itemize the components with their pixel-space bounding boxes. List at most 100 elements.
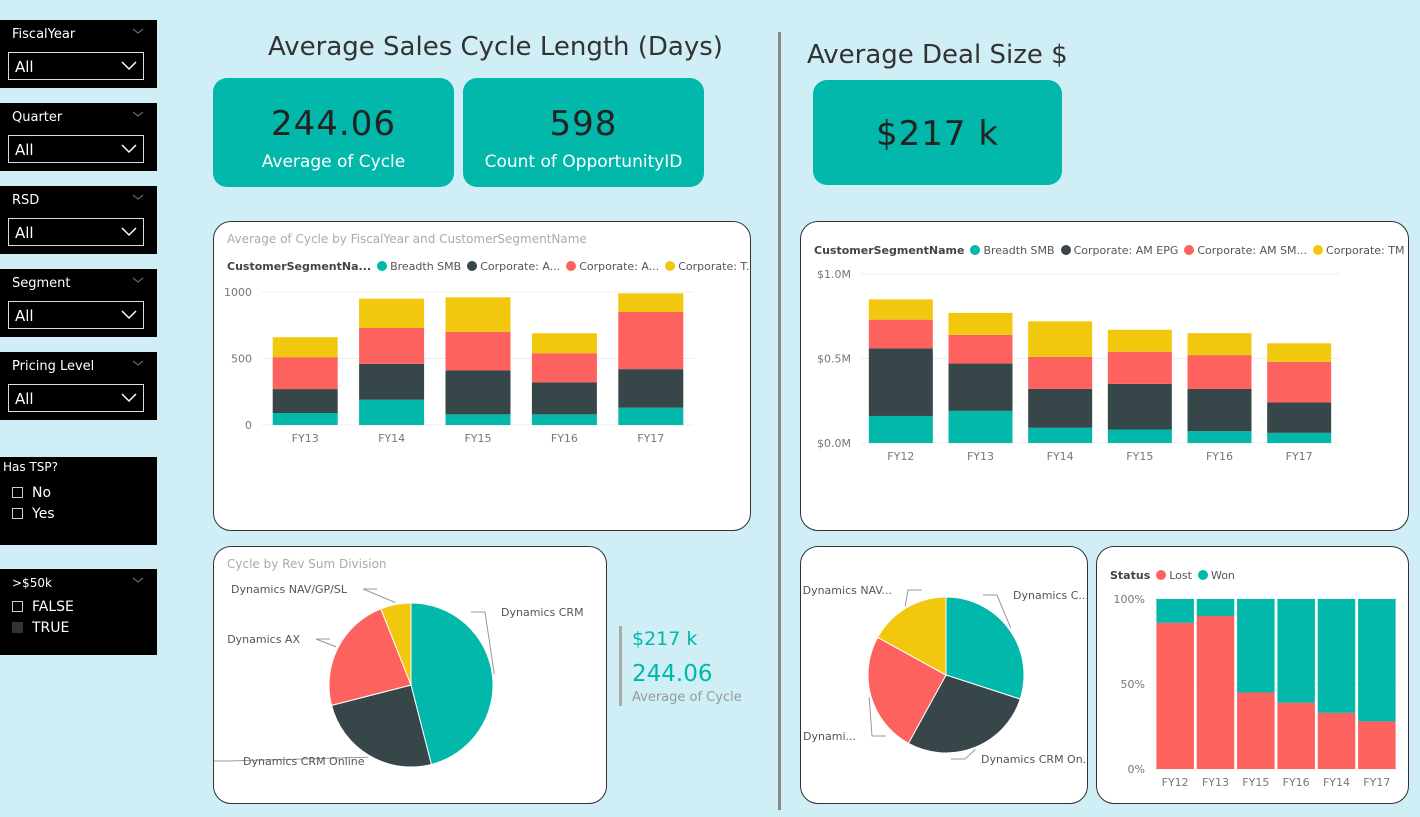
bar-segment <box>868 319 933 349</box>
checkbox-no[interactable]: No <box>12 485 51 501</box>
deal-section-header: Average Deal Size $ <box>807 40 1068 70</box>
count-opportunity-card[interactable]: 598 Count of OpportunityID <box>463 78 704 187</box>
kpi-accent-bar <box>619 626 622 706</box>
x-tick-label: FY17 <box>637 432 664 445</box>
bar-segment <box>1187 333 1252 356</box>
chevron-down-icon[interactable] <box>131 192 145 202</box>
chevron-down-icon[interactable] <box>131 26 145 36</box>
x-tick-label: FY15 <box>1242 776 1269 789</box>
leader-line <box>315 638 337 648</box>
bar-segment <box>1237 692 1275 769</box>
x-tick-label: FY16 <box>551 432 578 445</box>
bar-segment <box>1107 329 1172 352</box>
checkbox-box[interactable] <box>12 508 23 519</box>
slicer-rsd: RSD All <box>0 186 157 254</box>
x-tick-label: FY17 <box>1286 450 1313 463</box>
checkbox-box[interactable] <box>12 601 23 612</box>
slicer-title: FiscalYear <box>12 27 76 42</box>
x-tick-label: FY13 <box>1202 776 1229 789</box>
card-label: Count of OpportunityID <box>484 152 683 172</box>
section-divider <box>778 32 781 810</box>
bar-segment <box>1317 712 1356 769</box>
bar-segment <box>1156 622 1194 769</box>
bar-segment <box>1196 599 1235 616</box>
bar-segment <box>948 334 1013 364</box>
checkbox-label: No <box>32 485 52 501</box>
bar-segment <box>1187 431 1252 443</box>
bar-segment <box>618 293 684 312</box>
checkbox-label: TRUE <box>32 620 70 636</box>
bar-segment <box>445 370 511 415</box>
rsd-dropdown[interactable]: All <box>8 218 144 246</box>
cycle-by-year-panel[interactable]: Average of Cycle by FiscalYear and Custo… <box>213 221 751 531</box>
chevron-down-icon <box>121 144 137 154</box>
deal-by-year-panel[interactable]: CustomerSegmentName Breadth SMB Corporate:… <box>800 221 1409 531</box>
bar-segment <box>359 327 425 364</box>
bar-segment <box>618 407 684 425</box>
bar-segment <box>868 299 933 320</box>
bar-segment <box>1237 599 1275 693</box>
dropdown-value: All <box>15 224 34 242</box>
bar-segment <box>868 415 933 443</box>
chevron-down-icon <box>121 227 137 237</box>
segment-dropdown[interactable]: All <box>8 301 144 329</box>
status-panel[interactable]: Status Lost Won 100% 50% 0% FY12 FY13 FY15 FY16 F… <box>1096 546 1409 804</box>
checkbox-box[interactable] <box>12 487 23 498</box>
cycle-pie-chart: Dynamics CRM Dynamics CRM Online Dynamics … <box>214 583 584 768</box>
checkbox-false[interactable]: FALSE <box>12 599 74 615</box>
chevron-down-icon[interactable] <box>131 275 145 285</box>
kpi-deal-value: $217 k <box>632 628 698 650</box>
kpi-cycle-label: Average of Cycle <box>632 690 742 705</box>
chevron-down-icon[interactable] <box>131 109 145 119</box>
chevron-down-icon <box>121 393 137 403</box>
bar-segment <box>618 369 684 408</box>
bar-segment <box>1028 388 1093 428</box>
fiscal-year-dropdown[interactable]: All <box>8 52 144 80</box>
quarter-dropdown[interactable]: All <box>8 135 144 163</box>
card-value: $217 k <box>875 114 1000 154</box>
pie-label: Dynamics NAV... <box>803 584 892 597</box>
bar-segment <box>948 312 1013 335</box>
bar-segment <box>1358 599 1396 722</box>
cycle-by-year-chart: 1000 500 0 FY13 FY14 FY15 FY16 FY17 <box>224 286 694 445</box>
checkbox-true[interactable]: TRUE <box>12 620 69 636</box>
chevron-down-icon[interactable] <box>131 358 145 368</box>
cycle-pie-panel[interactable]: Cycle by Rev Sum Division Dynamics CRM Dy… <box>213 546 607 804</box>
card-value: 598 <box>549 104 618 144</box>
checkbox-box[interactable] <box>12 622 23 633</box>
bar-segment <box>531 382 597 415</box>
x-tick-label: FY12 <box>887 450 914 463</box>
avg-cycle-card[interactable]: 244.06 Average of Cycle <box>213 78 454 187</box>
y-tick-label: 100% <box>1114 593 1145 606</box>
y-tick-label: 1000 <box>224 286 252 299</box>
slicer-title: Segment <box>12 276 71 291</box>
bar-segment <box>1187 355 1252 389</box>
slicer-title: RSD <box>12 193 40 208</box>
bar-segment <box>948 410 1013 443</box>
slicer-over-50k: >$50k FALSE TRUE <box>0 569 157 655</box>
x-tick-label: FY17 <box>1363 776 1390 789</box>
x-tick-label: FY15 <box>464 432 491 445</box>
deal-pie-panel[interactable]: Dynamics C... Dynamics CRM On... Dynami...… <box>800 546 1088 804</box>
checkbox-label: FALSE <box>32 599 74 615</box>
pricing-level-dropdown[interactable]: All <box>8 384 144 412</box>
bar-segment <box>1028 427 1093 443</box>
slicer-has-tsp: Has TSP? No Yes <box>0 457 157 545</box>
bar-segment <box>1267 402 1332 433</box>
bar-segment <box>1028 356 1093 389</box>
y-tick-label: 0 <box>245 419 252 432</box>
dropdown-value: All <box>15 58 34 76</box>
bar-segment <box>1187 388 1252 432</box>
y-tick-label: $1.0M <box>817 268 851 281</box>
x-tick-label: FY12 <box>1162 776 1189 789</box>
slicer-quarter: Quarter All <box>0 103 157 171</box>
bar-segment <box>1156 599 1194 623</box>
checkbox-yes[interactable]: Yes <box>12 506 55 522</box>
bar-segment <box>1267 432 1332 443</box>
kpi-cycle-value: 244.06 <box>632 661 713 687</box>
deal-size-card[interactable]: $217 k <box>813 80 1062 185</box>
chevron-down-icon[interactable] <box>131 575 145 585</box>
y-tick-label: 0% <box>1128 763 1145 776</box>
bar-segment <box>1317 599 1356 713</box>
x-tick-label: FY13 <box>292 432 319 445</box>
